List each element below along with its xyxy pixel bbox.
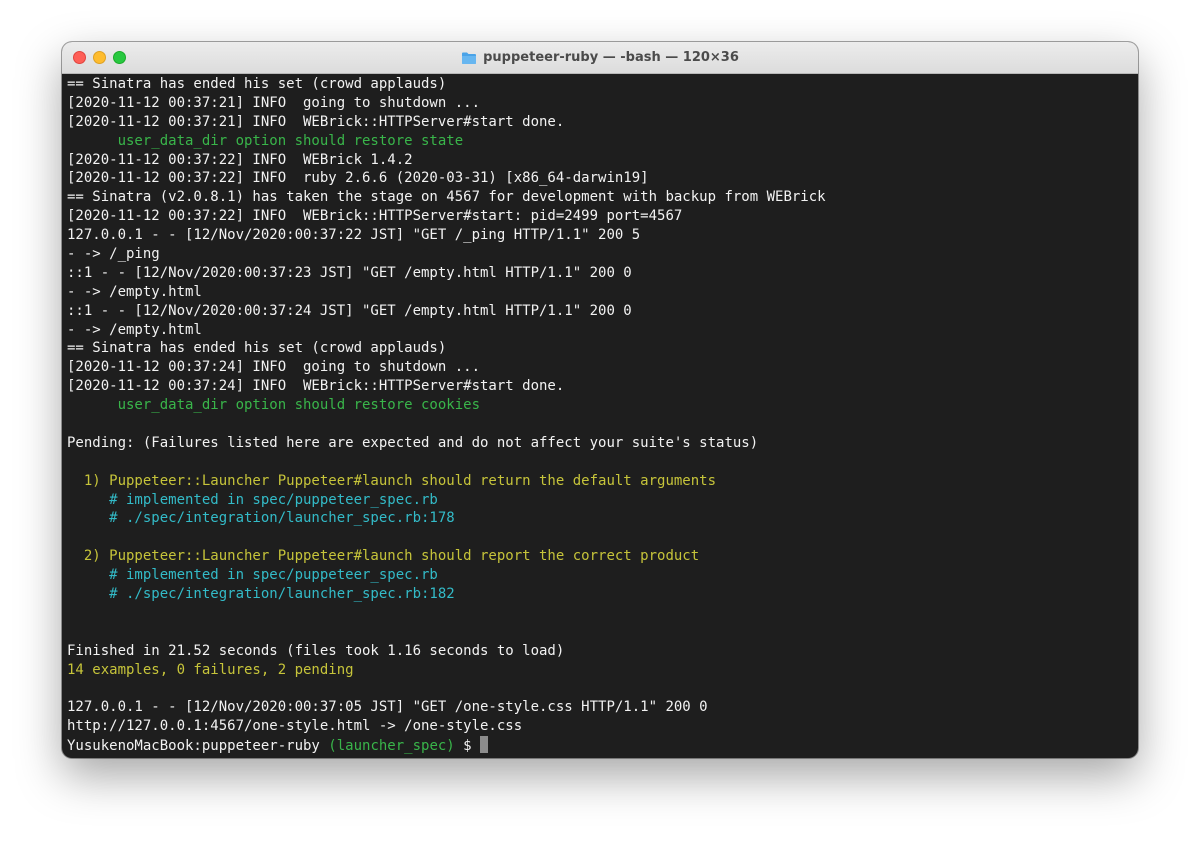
- terminal-line: 2) Puppeteer::Launcher Puppeteer#launch …: [67, 548, 700, 565]
- window-title-area: puppeteer-ruby — -bash — 120×36: [62, 42, 1138, 73]
- window-title: puppeteer-ruby — -bash — 120×36: [483, 50, 739, 65]
- terminal-line: user_data_dir option should restore stat…: [67, 132, 464, 149]
- terminal-line: [2020-11-12 00:37:22] INFO WEBrick::HTTP…: [67, 208, 683, 225]
- terminal-line: 127.0.0.1 - - [12/Nov/2020:00:37:05 JST]…: [67, 699, 708, 716]
- terminal-line: == Sinatra has ended his set (crowd appl…: [67, 76, 447, 92]
- terminal-line: [2020-11-12 00:37:24] INFO WEBrick::HTTP…: [67, 378, 565, 395]
- prompt-git-branch: (launcher_spec): [328, 738, 455, 755]
- terminal-window: puppeteer-ruby — -bash — 120×36 == Sinat…: [62, 42, 1138, 758]
- prompt-symbol: $: [454, 738, 481, 755]
- terminal-line: # implemented in spec/puppeteer_spec.rb: [67, 491, 438, 508]
- terminal-line: == Sinatra (v2.0.8.1) has taken the stag…: [67, 189, 826, 206]
- terminal-line: 127.0.0.1 - - [12/Nov/2020:00:37:22 JST]…: [67, 227, 641, 244]
- prompt-line[interactable]: YusukenoMacBook:puppeteer-ruby (launcher…: [67, 736, 1133, 755]
- terminal-line: 1) Puppeteer::Launcher Puppeteer#launch …: [67, 472, 717, 489]
- terminal-line: user_data_dir option should restore cook…: [67, 397, 481, 414]
- terminal-line: - -> /empty.html: [67, 321, 202, 338]
- title-bar[interactable]: puppeteer-ruby — -bash — 120×36: [62, 42, 1138, 74]
- terminal-line: [2020-11-12 00:37:22] INFO ruby 2.6.6 (2…: [67, 170, 649, 187]
- terminal-line: 14 examples, 0 failures, 2 pending: [67, 661, 354, 678]
- terminal-line: # ./spec/integration/launcher_spec.rb:17…: [67, 510, 455, 527]
- terminal-line: Finished in 21.52 seconds (files took 1.…: [67, 642, 565, 659]
- terminal-line: [2020-11-12 00:37:21] INFO going to shut…: [67, 94, 481, 111]
- prompt-host-dir: YusukenoMacBook:puppeteer-ruby: [67, 738, 329, 755]
- terminal-line: [2020-11-12 00:37:21] INFO WEBrick::HTTP…: [67, 113, 565, 130]
- terminal-line: # ./spec/integration/launcher_spec.rb:18…: [67, 586, 455, 603]
- terminal-line: [2020-11-12 00:37:22] INFO WEBrick 1.4.2: [67, 151, 413, 168]
- terminal-line: ::1 - - [12/Nov/2020:00:37:24 JST] "GET …: [67, 302, 632, 319]
- terminal-line: [2020-11-12 00:37:24] INFO going to shut…: [67, 359, 481, 376]
- terminal-line: http://127.0.0.1:4567/one-style.html -> …: [67, 718, 523, 735]
- terminal-line: ::1 - - [12/Nov/2020:00:37:23 JST] "GET …: [67, 264, 632, 281]
- terminal-output[interactable]: == Sinatra has ended his set (crowd appl…: [62, 74, 1138, 758]
- terminal-line: # implemented in spec/puppeteer_spec.rb: [67, 567, 438, 584]
- text-cursor: [480, 736, 489, 754]
- terminal-line: Pending: (Failures listed here are expec…: [67, 434, 759, 451]
- folder-icon: [462, 52, 477, 64]
- terminal-line: == Sinatra has ended his set (crowd appl…: [67, 340, 447, 357]
- terminal-line: - -> /_ping: [67, 246, 160, 263]
- terminal-line: - -> /empty.html: [67, 283, 202, 300]
